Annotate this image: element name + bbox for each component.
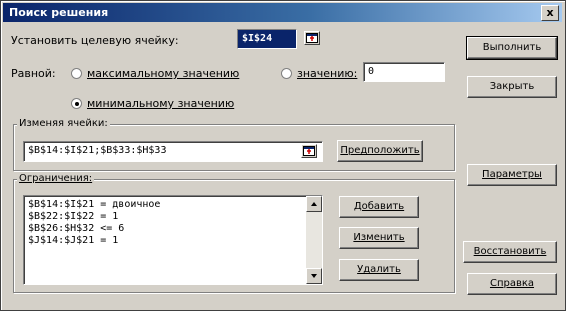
target-cell-label: Установить целевую ячейку: [11,34,179,47]
list-item[interactable]: $J$14:$J$21 = 1 [28,235,118,246]
options-button[interactable]: Параметры [467,164,557,186]
help-button[interactable]: Справка [467,273,557,295]
value-radio[interactable] [281,68,292,79]
changing-cells-label: Изменяя ячейки: [17,118,110,129]
close-window-button[interactable]: x [541,5,559,21]
scroll-up-button[interactable] [306,196,322,212]
scroll-down-button[interactable] [306,268,322,284]
add-constraint-button[interactable]: Добавить [339,196,419,218]
arrow-up-icon [311,202,317,206]
constraints-list[interactable]: $B$14:$I$21 = двоичное $B$22:$I$22 = 1 $… [23,195,323,285]
min-radio-label[interactable]: минимальному значению [87,97,234,110]
arrow-down-icon [311,274,317,278]
guess-button[interactable]: Предположить [337,140,423,162]
changing-cells-ref-button[interactable] [301,144,317,158]
equal-label: Равной: [11,67,56,80]
min-radio[interactable] [71,98,82,109]
solve-button[interactable]: Выполнить [466,36,558,60]
max-radio-label[interactable]: максимальному значению [87,67,239,80]
list-item[interactable]: $B$14:$I$21 = двоичное [28,199,160,210]
target-cell-ref-button[interactable] [304,31,320,45]
max-radio[interactable] [71,68,82,79]
constraints-label: Ограничения: [17,173,95,184]
solver-dialog: Поиск решения x Установить целевую ячейк… [0,0,566,311]
close-button[interactable]: Закрыть [467,76,557,98]
collapse-dialog-icon [306,33,318,43]
list-item[interactable]: $B$26:$H$32 <= 6 [28,223,124,234]
change-constraint-button[interactable]: Изменить [339,227,419,249]
radio-selected-dot [75,102,79,106]
list-item[interactable]: $B$22:$I$22 = 1 [28,211,118,222]
value-input[interactable]: 0 [363,62,445,82]
constraints-scrollbar[interactable] [306,196,322,284]
collapse-dialog-icon [303,146,315,156]
title-bar: Поиск решения x [3,3,562,22]
value-radio-label[interactable]: значению: [297,67,357,80]
window-title: Поиск решения [9,6,109,19]
changing-cells-input[interactable]: $B$14:$I$21;$B$33:$H$33 [23,141,323,162]
reset-button[interactable]: Восстановить [463,241,557,263]
target-cell-input[interactable]: $I$24 [237,29,297,49]
delete-constraint-button[interactable]: Удалить [339,259,419,281]
